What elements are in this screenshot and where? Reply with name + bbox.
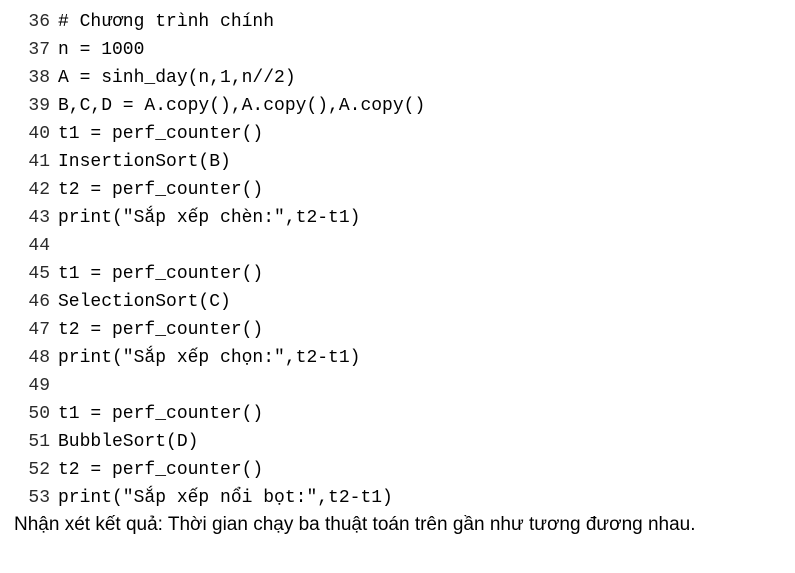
line-number: 43 [14,204,58,232]
code-text: SelectionSort(C) [58,288,781,316]
line-number: 48 [14,344,58,372]
line-number: 38 [14,64,58,92]
line-number: 42 [14,176,58,204]
code-line: 48print("Sắp xếp chọn:",t2-t1) [14,344,781,372]
line-number: 40 [14,120,58,148]
code-text: t1 = perf_counter() [58,400,781,428]
line-number: 53 [14,484,58,512]
code-line: 46SelectionSort(C) [14,288,781,316]
code-line: 39B,C,D = A.copy(),A.copy(),A.copy() [14,92,781,120]
line-number: 36 [14,8,58,36]
code-text: B,C,D = A.copy(),A.copy(),A.copy() [58,92,781,120]
code-line: 41InsertionSort(B) [14,148,781,176]
code-text: A = sinh_day(n,1,n//2) [58,64,781,92]
line-number: 46 [14,288,58,316]
line-number: 49 [14,372,58,400]
code-line: 37n = 1000 [14,36,781,64]
code-line: 53print("Sắp xếp nổi bọt:",t2-t1) [14,484,781,512]
result-note: Nhận xét kết quả: Thời gian chạy ba thuậ… [14,514,781,536]
code-text: BubbleSort(D) [58,428,781,456]
line-number: 50 [14,400,58,428]
line-number: 39 [14,92,58,120]
code-text: t1 = perf_counter() [58,260,781,288]
code-text: InsertionSort(B) [58,148,781,176]
code-line: 42t2 = perf_counter() [14,176,781,204]
code-text: t2 = perf_counter() [58,456,781,484]
line-number: 51 [14,428,58,456]
code-line: 51BubbleSort(D) [14,428,781,456]
code-line: 38A = sinh_day(n,1,n//2) [14,64,781,92]
code-line: 47t2 = perf_counter() [14,316,781,344]
code-line: 36# Chương trình chính [14,8,781,36]
code-line: 50t1 = perf_counter() [14,400,781,428]
code-text: print("Sắp xếp chèn:",t2-t1) [58,204,781,232]
line-number: 37 [14,36,58,64]
code-line: 44 [14,232,781,260]
line-number: 45 [14,260,58,288]
code-line: 49 [14,372,781,400]
code-text: t1 = perf_counter() [58,120,781,148]
line-number: 52 [14,456,58,484]
code-text: # Chương trình chính [58,8,781,36]
code-text: print("Sắp xếp nổi bọt:",t2-t1) [58,484,781,512]
code-block: 36# Chương trình chính37n = 100038A = si… [14,8,781,512]
code-line: 45t1 = perf_counter() [14,260,781,288]
line-number: 44 [14,232,58,260]
line-number: 47 [14,316,58,344]
code-line: 43print("Sắp xếp chèn:",t2-t1) [14,204,781,232]
code-text: n = 1000 [58,36,781,64]
code-text: t2 = perf_counter() [58,316,781,344]
line-number: 41 [14,148,58,176]
code-line: 52t2 = perf_counter() [14,456,781,484]
code-text: print("Sắp xếp chọn:",t2-t1) [58,344,781,372]
code-text: t2 = perf_counter() [58,176,781,204]
code-line: 40t1 = perf_counter() [14,120,781,148]
